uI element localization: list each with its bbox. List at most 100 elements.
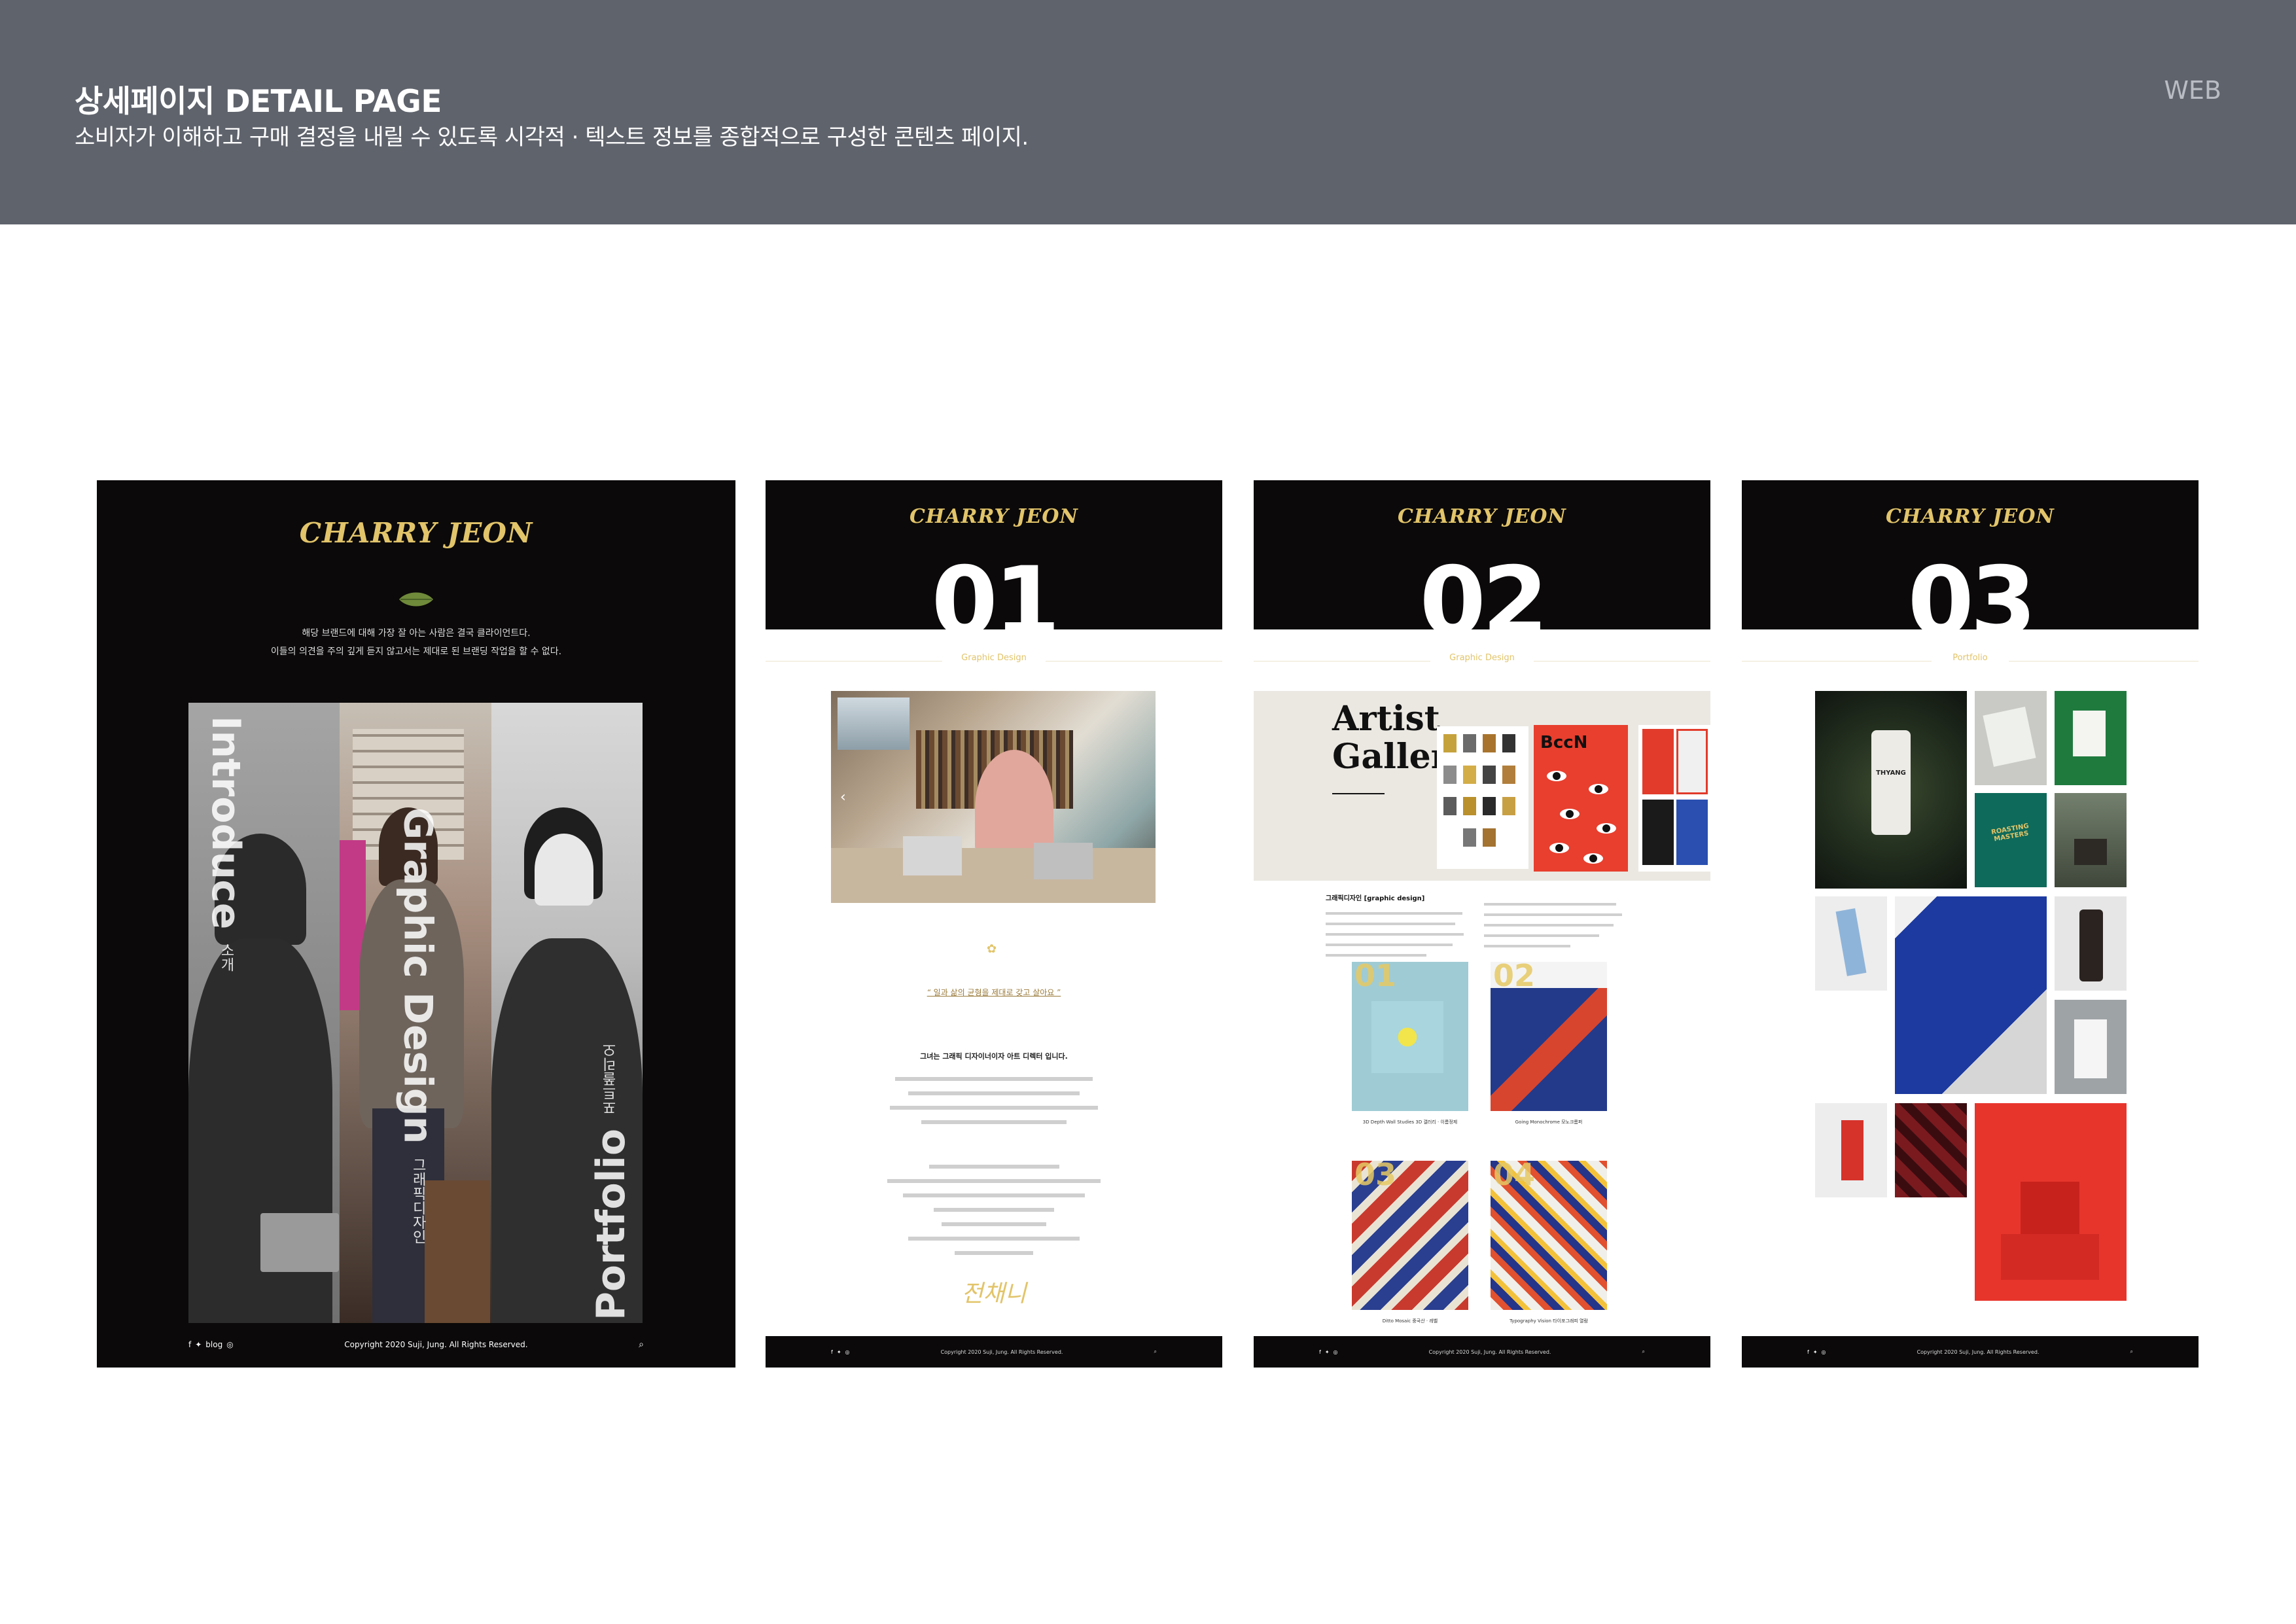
facebook-icon[interactable]: f — [1807, 1349, 1809, 1355]
chevron-left-icon[interactable]: ‹ — [840, 789, 846, 805]
category-tag: WEB — [2164, 76, 2221, 105]
portfolio-tile-roasting[interactable]: ROASTING MASTERS — [1975, 793, 2047, 887]
photo-strip: Introduce 소개 Graphic Design 그래픽디자인 Portf… — [188, 703, 643, 1323]
strip-portfolio[interactable]: Portfolio 포트폴리오 — [491, 703, 643, 1323]
page-subtitle: 소비자가 이해하고 구매 결정을 내릴 수 있도록 시각적 · 텍스트 정보를 … — [75, 124, 1029, 150]
portfolio-tile-navy-box[interactable] — [1895, 896, 2047, 1094]
poster-title: BccN — [1540, 733, 1588, 752]
strip-label-graphic-design: Graphic Design 그래픽디자인 — [395, 807, 441, 1244]
instagram-icon[interactable]: ◎ — [845, 1349, 850, 1355]
desk — [831, 848, 1156, 903]
work-caption: Typography Vision 타이포그래피 열람 — [1510, 1318, 1588, 1324]
work-number: 02 — [1493, 958, 1536, 993]
twitter-icon[interactable]: ✦ — [1813, 1349, 1818, 1355]
copyright: Copyright 2020 Suji, Jung. All Rights Re… — [344, 1340, 528, 1349]
quote: “ 일과 삶의 균형을 제대로 갖고 살아요 ” — [927, 988, 1061, 997]
person-face — [534, 834, 593, 906]
brand-logo[interactable]: CHARRY JEON — [766, 505, 1222, 528]
work-number: 04 — [1493, 1157, 1536, 1192]
portfolio-tile-red-tube[interactable] — [1815, 1103, 1887, 1197]
laptop — [260, 1213, 339, 1272]
section-number: 02 — [1419, 546, 1548, 629]
instagram-icon[interactable]: ◎ — [1822, 1349, 1826, 1355]
page-header: CHARRY JEON 03 — [1742, 480, 2199, 629]
portfolio-tile-grey-box[interactable] — [2055, 1000, 2127, 1094]
work-card-03[interactable]: 03 Ditto Mosaic 중국산 · 레벨 — [1352, 1157, 1468, 1324]
page-header: CHARRY JEON 02 — [1254, 480, 1710, 629]
copyright: Copyright 2020 Suji, Jung. All Rights Re… — [1428, 1349, 1551, 1355]
work-card-04[interactable]: 04 Typography Vision 타이포그래피 열람 — [1491, 1157, 1607, 1324]
intro-text: 해당 브랜드에 대해 가장 잘 아는 사람은 결국 클라이언트다. 이들의 의견… — [97, 624, 735, 661]
section-label: Graphic Design — [961, 653, 1027, 663]
search-icon[interactable]: ⌕ — [1642, 1349, 1645, 1355]
portfolio-tile-green[interactable] — [2055, 691, 2127, 785]
subheading: 그래픽디자인 [graphic design] — [1326, 895, 1425, 902]
work-caption: Going Monochrome 모노크롬퍼 — [1515, 1120, 1583, 1125]
footer: f ✦ ◎ Copyright 2020 Suji, Jung. All Rig… — [766, 1336, 1222, 1368]
search-icon[interactable]: ⌕ — [2130, 1349, 2133, 1355]
detail-page-03: CHARRY JEON 03 Portfolio THYANG ROASTING… — [1742, 480, 2199, 1368]
body-text-block — [864, 1067, 1124, 1255]
search-icon[interactable]: ⌕ — [639, 1339, 644, 1350]
facebook-icon[interactable]: f — [831, 1349, 833, 1355]
window — [838, 697, 910, 750]
bottle-label: THYANG — [1876, 769, 1906, 777]
twitter-icon[interactable]: ✦ — [195, 1340, 202, 1349]
portfolio-tile-cards[interactable] — [1975, 691, 2047, 785]
poster-grid — [1638, 725, 1710, 872]
signature: 전채니 — [961, 1280, 1027, 1307]
brand-logo[interactable]: CHARRY JEON — [1742, 505, 2199, 528]
brand-logo[interactable]: CHARRY JEON — [97, 517, 735, 549]
work-card-01[interactable]: 01 3D Depth Wall Studies 3D 갤러리 · 이름정제 — [1352, 958, 1468, 1125]
section-number: 03 — [1907, 546, 2036, 629]
brand-logo[interactable]: CHARRY JEON — [1254, 505, 1710, 528]
facebook-icon[interactable]: f — [1319, 1349, 1321, 1355]
page-header: CHARRY JEON 01 — [766, 480, 1222, 629]
detail-page-main: CHARRY JEON 해당 브랜드에 대해 가장 잘 아는 사람은 결국 클라… — [97, 480, 735, 1368]
portfolio-tile-dark-bottle[interactable] — [2055, 896, 2127, 991]
box-label: ROASTING MASTERS — [1990, 822, 2030, 843]
portfolio-tile-tube[interactable] — [1815, 896, 1887, 991]
instagram-icon[interactable]: ◎ — [226, 1340, 233, 1349]
twitter-icon[interactable]: ✦ — [837, 1349, 841, 1355]
flower-icon: ✿ — [987, 942, 997, 956]
studio-photo: ‹ — [831, 691, 1156, 903]
portfolio-tile-stool[interactable] — [2055, 793, 2127, 887]
search-icon[interactable]: ⌕ — [1154, 1349, 1157, 1355]
strip-introduce[interactable]: Introduce 소개 — [188, 703, 340, 1323]
copyright: Copyright 2020 Suji, Jung. All Rights Re… — [1916, 1349, 2040, 1355]
work-caption: 3D Depth Wall Studies 3D 갤러리 · 이름정제 — [1362, 1120, 1458, 1125]
work-number: 01 — [1354, 958, 1397, 993]
body-text-right — [1484, 895, 1628, 947]
footer: f ✦ ◎ Copyright 2020 Suji, Jung. All Rig… — [1254, 1336, 1710, 1368]
banner-title: Artist Gallery — [1332, 699, 1469, 777]
work-card-02[interactable]: 02 Going Monochrome 모노크롬퍼 — [1491, 958, 1607, 1125]
section-label: Graphic Design — [1449, 653, 1515, 663]
work-caption: Ditto Mosaic 중국산 · 레벨 — [1382, 1318, 1438, 1324]
social-links: f ✦ ◎ — [831, 1349, 850, 1355]
portfolio-tile-red-gift[interactable] — [1975, 1103, 2127, 1301]
social-links: f ✦ ◎ — [1807, 1349, 1826, 1355]
detail-page-02: CHARRY JEON 02 Graphic Design Artist Gal… — [1254, 480, 1710, 1368]
strip-label-portfolio: Portfolio 포트폴리오 — [588, 1043, 634, 1321]
facebook-icon[interactable]: f — [188, 1340, 191, 1349]
body-text-left — [1326, 904, 1470, 957]
instagram-icon[interactable]: ◎ — [1333, 1349, 1338, 1355]
section-number: 01 — [931, 546, 1060, 629]
twitter-icon[interactable]: ✦ — [1325, 1349, 1330, 1355]
page-title: 상세페이지 DETAIL PAGE — [75, 84, 442, 120]
laptop — [1034, 843, 1093, 879]
strip-graphic-design[interactable]: Graphic Design 그래픽디자인 — [340, 703, 491, 1323]
intro-line: 이들의 의견을 주의 깊게 듣지 않고서는 제대로 된 브랜딩 작업을 할 수 … — [270, 646, 562, 657]
detail-page-01: CHARRY JEON 01 Graphic Design ‹ ✿ “ 일과 삶… — [766, 480, 1222, 1368]
portfolio-tile-red-gems[interactable] — [1895, 1103, 1967, 1197]
section-label: Portfolio — [1952, 653, 1988, 663]
arrow-right-icon[interactable] — [1332, 793, 1385, 794]
work-number: 03 — [1354, 1157, 1397, 1192]
blog-link[interactable]: blog — [205, 1340, 222, 1349]
artist-gallery-banner: Artist Gallery BccN — [1254, 691, 1710, 881]
headline: 그녀는 그래픽 디자이너이자 아트 디렉터 입니다. — [920, 1052, 1068, 1061]
bccn-poster: BccN — [1534, 725, 1628, 872]
chair-poster — [1437, 726, 1528, 869]
portfolio-tile-bottle[interactable]: THYANG — [1815, 691, 1967, 889]
